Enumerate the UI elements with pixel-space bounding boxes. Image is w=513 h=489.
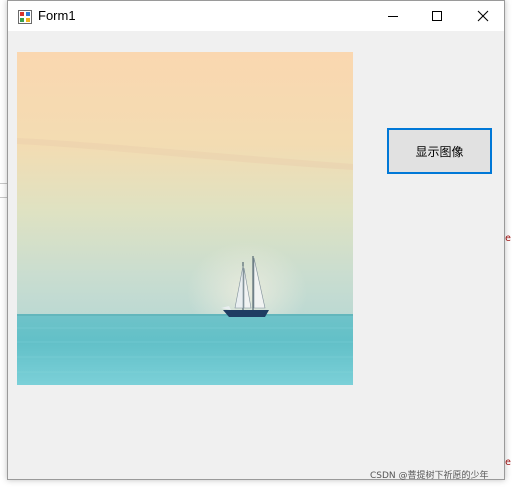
sailboat-image xyxy=(17,52,353,385)
minimize-button[interactable] xyxy=(370,1,416,31)
window-title: Form1 xyxy=(38,8,76,23)
maximize-icon xyxy=(432,11,442,21)
close-icon xyxy=(477,10,489,22)
maximize-button[interactable] xyxy=(414,1,460,31)
picture-box xyxy=(17,52,353,385)
minimize-icon xyxy=(388,16,398,17)
title-bar[interactable]: Form1 xyxy=(8,1,504,31)
form-window: Form1 显示图像 xyxy=(7,0,505,480)
ide-code-fragment: e xyxy=(505,233,512,244)
form-client-area: 显示图像 xyxy=(8,31,504,479)
csdn-watermark: CSDN @菩提树下祈愿的少年 xyxy=(370,471,489,481)
show-image-button[interactable]: 显示图像 xyxy=(387,128,492,174)
app-icon xyxy=(18,9,32,24)
close-button[interactable] xyxy=(460,1,506,31)
